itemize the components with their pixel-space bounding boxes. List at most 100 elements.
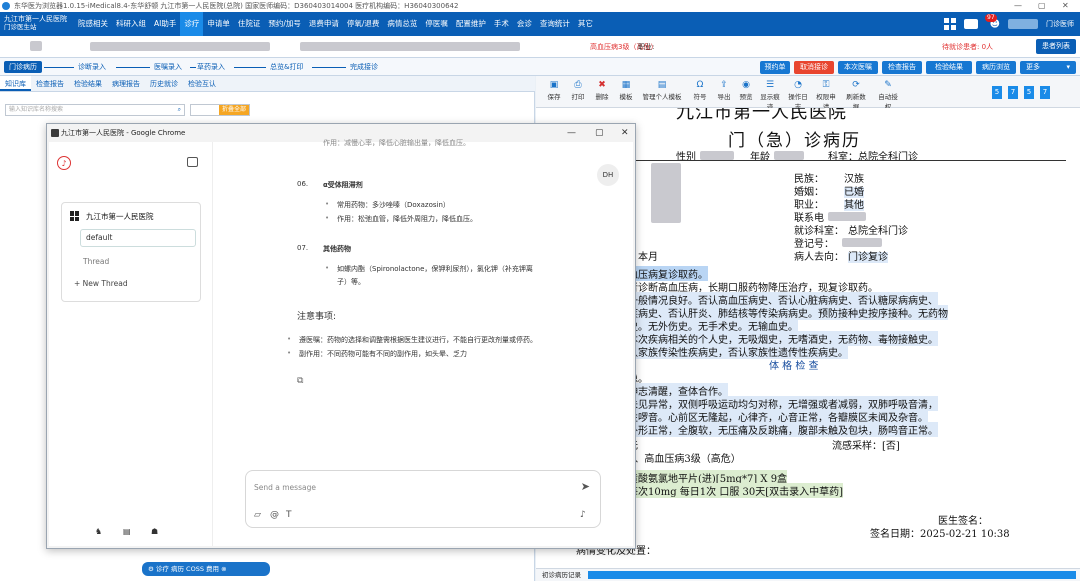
menu-item[interactable]: 诊疗 (180, 12, 204, 36)
page-indicator[interactable]: 7 (1008, 86, 1018, 99)
horizontal-scrollbar[interactable] (588, 571, 1076, 579)
maximize-icon[interactable]: ▢ (1038, 0, 1046, 12)
attach-icon[interactable]: ▱ (254, 510, 261, 520)
close-icon[interactable]: ✕ (1062, 0, 1069, 12)
copy-icon[interactable]: ⧉ (297, 376, 303, 386)
manage-template-button[interactable]: ▤ 管理个人模板 (640, 80, 684, 101)
collapse-all-button[interactable]: 折叠全部 (219, 105, 249, 115)
menu-item[interactable]: 会诊 (513, 12, 536, 36)
menu-item[interactable]: 病情总览 (383, 12, 421, 36)
exam-abdomen: 外形正常，全腹软，无压痛及反跳痛，腹部未触及包块，肠鸣音正常。 (628, 422, 938, 437)
menu-item[interactable]: 申请单 (203, 12, 234, 36)
left-tab[interactable]: 知识库 (0, 76, 31, 91)
prescription-usage[interactable]: 每次10mg 每日1次 口服 30天[双击录入中草药] (628, 483, 844, 498)
print-icon: ⎙ (574, 80, 582, 90)
save-button[interactable]: ▣ 保存 (542, 80, 566, 101)
new-thread-button[interactable]: + New Thread (74, 279, 128, 288)
exam-report-button[interactable]: 检查报告 (882, 61, 922, 74)
left-tab[interactable]: 病理报告 (107, 76, 145, 91)
template-button[interactable]: ▦ 模板 (614, 80, 638, 101)
github-icon[interactable]: ♞ (95, 527, 102, 536)
left-tab[interactable]: 检验互认 (183, 76, 221, 91)
more-button[interactable]: 更多 ▾ (1020, 61, 1076, 74)
collapse-toggle[interactable]: 折叠全部 (190, 104, 250, 116)
sidebar-collapse-icon[interactable] (187, 157, 198, 167)
assistant-logo-icon: ♪ (57, 156, 71, 170)
docs-icon[interactable]: ▤ (123, 527, 131, 536)
export-button[interactable]: ⇪ 导出 (712, 80, 736, 101)
record-tab[interactable]: 初诊病历记录 (542, 571, 581, 579)
thread-item[interactable]: Thread (83, 257, 109, 266)
workspace-name[interactable]: 九江市第一人民医院 (86, 211, 154, 222)
bullet-icon: • (287, 335, 292, 343)
manage-template-label: 管理个人模板 (642, 93, 682, 101)
menu-item[interactable]: 其它 (574, 12, 597, 36)
preview-icon: ◉ (742, 80, 750, 90)
flow-step[interactable]: 医嘱录入 (154, 61, 182, 73)
page-indicator[interactable]: 5 (1024, 86, 1034, 99)
lab-result-button[interactable]: 检验结果 (926, 61, 972, 74)
preview-button[interactable]: ◉ 预览 (734, 80, 758, 101)
message-icon[interactable] (963, 17, 982, 31)
floating-quickbar[interactable]: ⚙ 诊疗 病历 COSS 费用 ⊗ (142, 562, 270, 576)
left-tab[interactable]: 检查报告 (31, 76, 69, 91)
menu-item[interactable]: 查询统计 (536, 12, 574, 36)
menu-item[interactable]: AI助手 (150, 12, 180, 36)
knowledge-search-input[interactable]: 输入知识库名称搜索 ⌕ (5, 104, 185, 116)
flow-step[interactable]: 草药录入 (197, 61, 225, 73)
menu-item[interactable]: 退费申请 (305, 12, 343, 36)
current-orders-button[interactable]: 本次医嘱 (838, 61, 878, 74)
menu-item[interactable]: 预约/加号 (264, 12, 305, 36)
cancel-visit-button[interactable]: 取消接诊 (794, 61, 834, 74)
microphone-icon[interactable]: ♪ (580, 510, 586, 520)
left-tab[interactable]: 检验结果 (69, 76, 107, 91)
main-menu: 院感相关 科研入组 AI助手 诊疗 申请单 住院证 预约/加号 退费申请 停氧/退费 病情总览 停医… (74, 12, 597, 36)
menu-item[interactable]: 手术 (490, 12, 513, 36)
flu-sampling[interactable]: 流感采样：[否] (832, 437, 900, 452)
symbol-button[interactable]: Ω 符号 (688, 80, 712, 101)
patient-list-button[interactable]: 患者列表 (1036, 39, 1076, 54)
mention-icon[interactable]: @ (270, 510, 279, 520)
thread-default[interactable]: default (80, 229, 196, 247)
flow-step[interactable]: 诊断录入 (78, 61, 106, 73)
text-icon[interactable]: T (286, 510, 292, 520)
delete-button[interactable]: ✖ 删除 (590, 80, 614, 101)
note-2: 副作用：不同药物可能有不同的副作用，如头晕、乏力 (299, 350, 467, 358)
auto-auth-button[interactable]: ✎ 自动授权 (876, 80, 900, 111)
flow-connector (312, 67, 346, 68)
permission-button[interactable]: ⚿ 权限申请 (814, 80, 838, 111)
apps-grid-icon[interactable] (943, 18, 956, 30)
flow-step[interactable]: 总览&打印 (270, 61, 303, 73)
bullet-icon: • (325, 200, 330, 208)
show-trace-icon: ☰ (765, 80, 775, 90)
menu-item[interactable]: 院感相关 (74, 12, 112, 36)
appointment-button[interactable]: 预约单 (760, 61, 790, 74)
quickbar-close-icon[interactable]: ⊗ (219, 565, 226, 573)
flow-step[interactable]: 完成接诊 (350, 61, 378, 73)
left-tab[interactable]: 历史就诊 (145, 76, 183, 91)
menu-item[interactable]: 科研入组 (112, 12, 150, 36)
doc-divider (628, 160, 1066, 161)
record-browse-button[interactable]: 病历浏览 (976, 61, 1016, 74)
flow-active-step[interactable]: 门诊病历 (4, 61, 42, 73)
message-input[interactable]: Send a message ➤ ▱ @ T ♪ (245, 470, 601, 528)
discord-icon[interactable]: ☗ (151, 527, 158, 536)
chrome-maximize-icon[interactable]: ▢ (595, 124, 604, 142)
minimize-icon[interactable]: — (1014, 0, 1022, 12)
print-button[interactable]: ⎙ 打印 (566, 80, 590, 101)
page-indicator[interactable]: 5 (992, 86, 1002, 99)
page-indicator[interactable]: 7 (1040, 86, 1050, 99)
chrome-minimize-icon[interactable]: — (567, 124, 576, 142)
menu-item[interactable]: 停医嘱 (421, 12, 452, 36)
chrome-close-icon[interactable]: ✕ (621, 124, 629, 142)
menu-item[interactable]: 配置维护 (452, 12, 490, 36)
refresh-button[interactable]: ⟳ 刷新数据 (844, 80, 868, 111)
workspace-panel: 九江市第一人民医院 default Thread + New Thread (61, 202, 201, 302)
menu-item[interactable]: 停氧/退费 (343, 12, 384, 36)
search-icon[interactable]: ⌕ (178, 105, 181, 115)
menu-item[interactable]: 住院证 (234, 12, 265, 36)
logo-title: 九江市第一人民医院 (4, 15, 67, 23)
send-icon[interactable]: ➤ (581, 480, 590, 493)
show-trace-button[interactable]: ☰ 显示痕迹 (758, 80, 782, 111)
operation-log-button[interactable]: ◔ 操作日志 (786, 80, 810, 111)
